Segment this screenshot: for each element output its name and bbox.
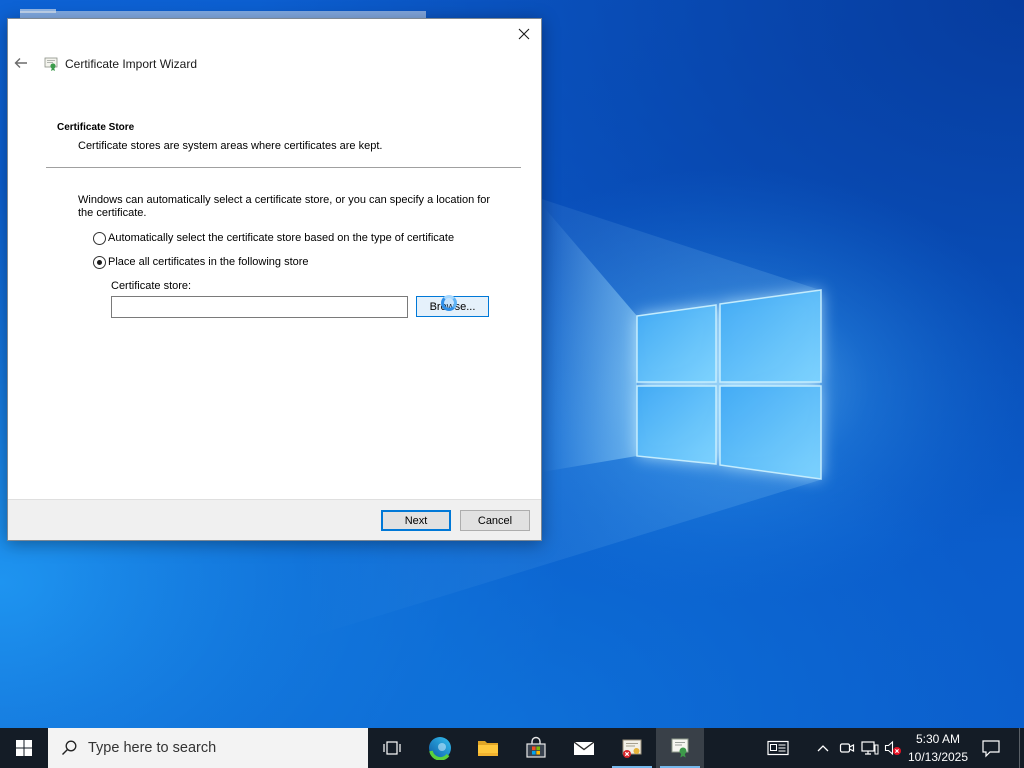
- taskbar: Type here to search 5:30 AM 10/13/2025: [0, 728, 1024, 768]
- notification-icon: [982, 740, 1000, 758]
- taskbar-certificate-manager[interactable]: [608, 728, 656, 768]
- meet-now-icon: [839, 743, 855, 753]
- option-place-in-store[interactable]: Place all certificates in the following …: [93, 256, 513, 270]
- background-window-edge: [20, 9, 426, 18]
- option-label: Automatically select the certificate sto…: [108, 232, 455, 244]
- meet-now-button[interactable]: [835, 728, 859, 768]
- certificate-import-wizard-icon: [671, 738, 689, 758]
- taskbar-search-box[interactable]: Type here to search: [48, 728, 368, 768]
- certificate-import-wizard-dialog: Certificate Import Wizard Certificate St…: [7, 18, 542, 541]
- dialog-title: Certificate Import Wizard: [65, 57, 198, 71]
- dialog-footer: Next Cancel: [8, 499, 541, 540]
- search-icon: [62, 740, 77, 755]
- taskbar-clock[interactable]: 5:30 AM 10/13/2025: [906, 730, 970, 766]
- taskbar-certificate-import-wizard[interactable]: [656, 728, 704, 768]
- task-view-icon: [383, 741, 401, 755]
- store-description: Windows can automatically select a certi…: [78, 194, 491, 219]
- news-icon: [767, 740, 789, 756]
- search-placeholder: Type here to search: [88, 740, 217, 756]
- certificate-wizard-icon: [43, 56, 59, 72]
- back-arrow-icon: [14, 58, 27, 68]
- header-separator: [46, 167, 521, 168]
- busy-cursor: [441, 295, 457, 311]
- network-icon: [861, 741, 879, 755]
- edge-icon: [429, 737, 451, 760]
- volume-control[interactable]: [881, 728, 905, 768]
- option-label: Place all certificates in the following …: [108, 256, 309, 268]
- show-hidden-icons-button[interactable]: [811, 728, 835, 768]
- microsoft-store-icon: [526, 736, 546, 758]
- show-desktop-button[interactable]: [1019, 728, 1024, 768]
- section-title: Certificate Store: [57, 122, 135, 133]
- taskbar-edge[interactable]: [416, 728, 464, 768]
- back-button[interactable]: [9, 51, 33, 75]
- news-and-interests-button[interactable]: [756, 728, 800, 768]
- taskbar-microsoft-store[interactable]: [512, 728, 560, 768]
- network-status[interactable]: [858, 728, 882, 768]
- taskbar-task-view[interactable]: [368, 728, 416, 768]
- background-window-tab: [20, 9, 56, 13]
- certificate-store-label: Certificate store:: [111, 280, 192, 292]
- clock-time: 5:30 AM: [915, 732, 961, 746]
- action-center-button[interactable]: [974, 728, 1008, 768]
- next-button[interactable]: Next: [381, 510, 451, 531]
- radio-button-automatic[interactable]: [93, 232, 106, 245]
- windows-logo-icon: [16, 740, 32, 756]
- file-explorer-icon: [478, 741, 498, 756]
- certificate-manager-icon: [622, 739, 642, 758]
- mail-icon: [573, 741, 595, 755]
- chevron-up-icon: [817, 745, 829, 752]
- cancel-button[interactable]: Cancel: [460, 510, 530, 531]
- taskbar-file-explorer[interactable]: [464, 728, 512, 768]
- certificate-store-input[interactable]: [111, 296, 408, 318]
- volume-muted-icon: [884, 740, 901, 756]
- close-button[interactable]: [507, 19, 541, 49]
- radio-button-place-in-store[interactable]: [93, 256, 106, 269]
- start-button[interactable]: [0, 728, 48, 768]
- option-automatic-store[interactable]: Automatically select the certificate sto…: [93, 232, 513, 246]
- section-subtitle: Certificate stores are system areas wher…: [78, 140, 383, 152]
- clock-date: 10/13/2025: [907, 750, 969, 764]
- close-icon: [518, 28, 530, 40]
- taskbar-mail[interactable]: [560, 728, 608, 768]
